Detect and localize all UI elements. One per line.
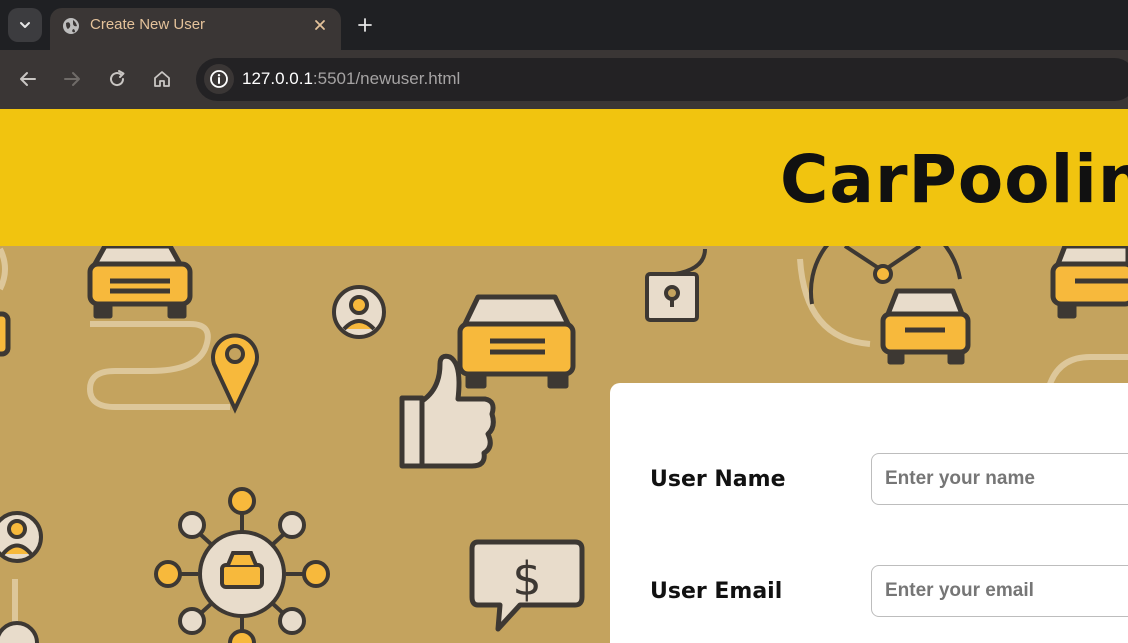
arrow-right-icon bbox=[64, 72, 80, 86]
url-text: 127.0.0.1:5501/newuser.html bbox=[242, 69, 460, 89]
car-icon bbox=[87, 243, 193, 319]
user-name-input[interactable] bbox=[871, 453, 1128, 505]
page-viewport: $ CarPooling User Name User Email bbox=[0, 109, 1128, 643]
address-bar[interactable]: 127.0.0.1:5501/newuser.html bbox=[196, 58, 1128, 101]
new-tab-button[interactable] bbox=[352, 12, 378, 38]
new-user-form: User Name User Email bbox=[610, 383, 1128, 643]
road-path bbox=[1047, 354, 1128, 386]
user-avatar-icon bbox=[0, 621, 39, 643]
user-avatar-icon bbox=[0, 511, 43, 563]
browser-tab-strip: Create New User bbox=[0, 0, 1128, 50]
forward-button[interactable] bbox=[58, 65, 86, 93]
lock-icon bbox=[645, 248, 707, 322]
location-pin-icon bbox=[211, 333, 259, 414]
reload-button[interactable] bbox=[103, 65, 131, 93]
user-avatar-icon bbox=[332, 285, 386, 339]
close-icon bbox=[315, 20, 325, 30]
home-icon bbox=[154, 71, 170, 87]
site-info-button[interactable] bbox=[204, 64, 234, 94]
url-host: 127.0.0.1 bbox=[242, 69, 313, 88]
active-tab[interactable]: Create New User bbox=[50, 8, 341, 50]
tab-search-button[interactable] bbox=[8, 8, 42, 42]
car-icon bbox=[880, 288, 971, 365]
user-email-label: User Email bbox=[650, 579, 783, 604]
globe-icon bbox=[63, 18, 79, 34]
plus-icon bbox=[358, 18, 372, 32]
dollar-icon: $ bbox=[512, 552, 541, 606]
car-icon bbox=[0, 311, 11, 357]
back-button[interactable] bbox=[14, 65, 42, 93]
carpool-network-icon bbox=[154, 487, 330, 643]
user-email-input[interactable] bbox=[871, 565, 1128, 617]
browser-toolbar: 127.0.0.1:5501/newuser.html bbox=[0, 50, 1128, 109]
car-icon bbox=[457, 294, 576, 389]
road-path bbox=[86, 321, 230, 410]
tab-title: Create New User bbox=[90, 16, 206, 33]
reload-icon bbox=[110, 70, 125, 87]
tab-close-button[interactable] bbox=[311, 16, 329, 34]
chevron-down-icon bbox=[20, 22, 30, 28]
home-button[interactable] bbox=[148, 65, 176, 93]
site-header: CarPooling bbox=[0, 109, 1128, 246]
url-path: :5501/newuser.html bbox=[312, 69, 461, 88]
user-name-label: User Name bbox=[650, 467, 786, 492]
arrow-left-icon bbox=[20, 72, 36, 86]
info-icon bbox=[210, 70, 228, 88]
car-icon bbox=[1050, 243, 1128, 319]
road-path bbox=[0, 247, 8, 291]
site-title: CarPooling bbox=[780, 141, 1128, 218]
